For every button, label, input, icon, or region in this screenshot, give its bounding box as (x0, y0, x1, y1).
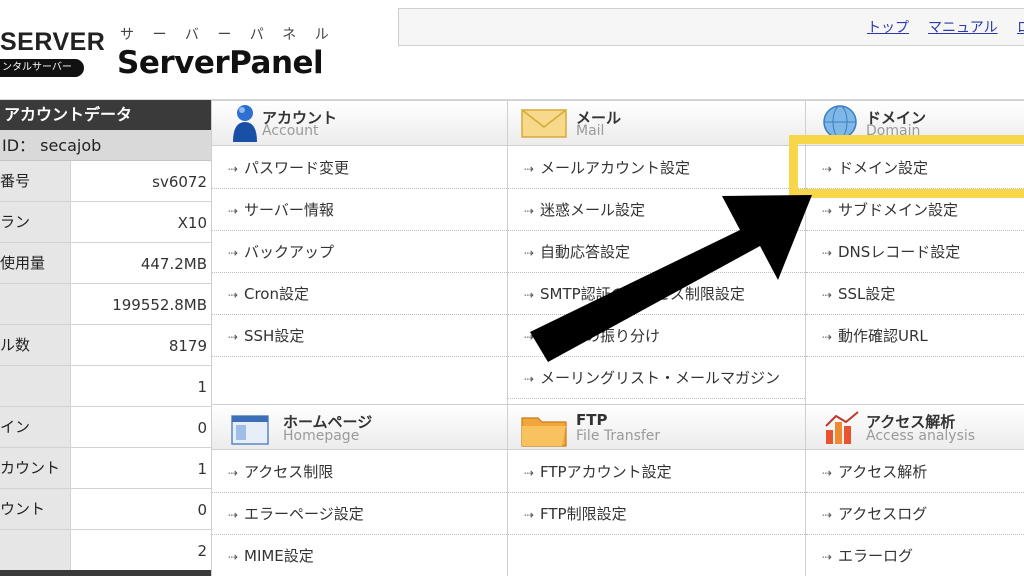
menu-item-backup[interactable]: ⇢ バックアップ (212, 231, 507, 273)
account-row-label (0, 530, 71, 570)
arrow-icon: ⇢ (822, 246, 833, 260)
brand-logo: SERVER (0, 28, 106, 56)
arrow-icon: ⇢ (524, 372, 535, 386)
section-subtitle-homepage: Homepage (283, 428, 360, 444)
brand-tagline: ンタルサーバー (0, 59, 84, 77)
arrow-icon: ⇢ (524, 508, 535, 522)
account-row-label (0, 366, 71, 406)
menu-item-ftp-restriction[interactable]: ⇢ FTP制限設定 (508, 493, 805, 535)
account-row: 2 (0, 530, 211, 571)
arrow-icon: ⇢ (228, 288, 239, 302)
top-link[interactable]: トップ (867, 17, 909, 37)
menu-item-spam-settings[interactable]: ⇢ 迷惑メール設定 (508, 189, 805, 231)
account-row: ウント 0 (0, 489, 211, 530)
menu-item-access-analysis[interactable]: ⇢ アクセス解析 (806, 451, 1024, 493)
account-row-label: カウント (0, 448, 71, 488)
account-row-value: 447.2MB (140, 255, 207, 273)
menu-item-ssl-settings[interactable]: ⇢ SSL設定 (806, 273, 1024, 315)
account-row-value: 1 (197, 378, 207, 396)
section-subtitle-mail: Mail (576, 123, 605, 139)
folder-icon (521, 417, 567, 447)
account-panel-footer (0, 570, 211, 576)
account-row: イン 0 (0, 407, 211, 448)
arrow-icon: ⇢ (228, 550, 239, 564)
arrow-icon: ⇢ (822, 550, 833, 564)
menu-item-error-log[interactable]: ⇢ エラーログ (806, 535, 1024, 576)
account-row-label: 使用量 (0, 243, 71, 283)
account-row-label: ル数 (0, 325, 71, 365)
arrow-icon: ⇢ (228, 330, 239, 344)
section-title-ftp: FTP (576, 411, 608, 429)
account-data-panel: アカウントデータ ID： secajob 番号 sv6072 ラン X10 使用量 4… (0, 100, 211, 576)
section-subtitle-account: Account (262, 123, 319, 139)
account-row: 199552.8MB (0, 284, 211, 325)
arrow-icon: ⇢ (228, 466, 239, 480)
envelope-icon (521, 109, 567, 138)
header: SERVER ンタルサーバー サ ー バ ー パ ネ ル ServerPanel… (0, 0, 1024, 100)
arrow-icon: ⇢ (524, 204, 535, 218)
account-row-value: 2 (197, 542, 207, 560)
account-row-value: 0 (197, 501, 207, 519)
account-row: 番号 sv6072 (0, 161, 211, 202)
account-row-value: sv6072 (152, 173, 207, 191)
arrow-icon: ⇢ (524, 162, 535, 176)
chart-icon (825, 411, 859, 444)
homepage-icon (231, 415, 269, 445)
section-subtitle-access: Access analysis (866, 428, 976, 444)
menu-item-mail-account[interactable]: ⇢ メールアカウント設定 (508, 147, 805, 189)
menu-item-access-log[interactable]: ⇢ アクセスログ (806, 493, 1024, 535)
menu-item-check-url[interactable]: ⇢ 動作確認URL (806, 315, 1024, 357)
account-row-label: ラン (0, 202, 71, 242)
account-row-value: 0 (197, 419, 207, 437)
section-subtitle-ftp: File Transfer (576, 428, 661, 444)
arrow-icon: ⇢ (228, 162, 239, 176)
logout-link[interactable]: ロ (1017, 17, 1024, 37)
arrow-icon: ⇢ (228, 508, 239, 522)
highlight-box (789, 135, 1024, 198)
account-row-value: 1 (197, 460, 207, 478)
account-row-value: 8179 (168, 337, 207, 355)
account-row: 使用量 447.2MB (0, 243, 211, 284)
account-row-label (0, 284, 71, 324)
menu-item-server-info[interactable]: ⇢ サーバー情報 (212, 189, 507, 231)
menu-item-ftp-account[interactable]: ⇢ FTPアカウント設定 (508, 451, 805, 493)
arrow-icon: ⇢ (822, 288, 833, 302)
menu-item-mail-filter[interactable]: ⇢ メールの振り分け (508, 315, 805, 357)
account-id: ID： secajob (0, 130, 211, 161)
menu-item-error-page[interactable]: ⇢ エラーページ設定 (212, 493, 507, 535)
arrow-icon: ⇢ (524, 246, 535, 260)
person-icon (233, 105, 257, 142)
account-row-value: X10 (177, 214, 207, 232)
account-row: ル数 8179 (0, 325, 211, 366)
menu-item-mime-settings[interactable]: ⇢ MIME設定 (212, 535, 507, 576)
menu-item-cron-settings[interactable]: ⇢ Cron設定 (212, 273, 507, 315)
account-row: ラン X10 (0, 202, 211, 243)
menu-item-ssh-settings[interactable]: ⇢ SSH設定 (212, 315, 507, 357)
product-name: ServerPanel (117, 45, 324, 81)
arrow-icon: ⇢ (524, 330, 535, 344)
account-row: 1 (0, 366, 211, 407)
arrow-icon: ⇢ (524, 288, 535, 302)
menu-item-smtp-auth[interactable]: ⇢ SMTP認証のアクセス制限設定 (508, 273, 805, 315)
menu-item-auto-reply[interactable]: ⇢ 自動応答設定 (508, 231, 805, 273)
account-row-label: ウント (0, 489, 71, 529)
arrow-icon: ⇢ (524, 466, 535, 480)
arrow-icon: ⇢ (822, 330, 833, 344)
arrow-icon: ⇢ (822, 466, 833, 480)
account-row-label: 番号 (0, 161, 71, 201)
account-row-value: 199552.8MB (112, 296, 207, 314)
product-kana: サ ー バ ー パ ネ ル (120, 27, 336, 43)
account-data-title: アカウントデータ (0, 100, 211, 130)
arrow-icon: ⇢ (228, 204, 239, 218)
arrow-icon: ⇢ (228, 246, 239, 260)
menu-item-dns-record[interactable]: ⇢ DNSレコード設定 (806, 231, 1024, 273)
menu-item-mailing-list[interactable]: ⇢ メーリングリスト・メールマガジン (508, 357, 805, 399)
account-row: カウント 1 (0, 448, 211, 489)
menu-item-access-restriction[interactable]: ⇢ アクセス制限 (212, 451, 507, 493)
arrow-icon: ⇢ (822, 508, 833, 522)
manual-link[interactable]: マニュアル (928, 17, 998, 37)
menu-item-password-change[interactable]: ⇢ パスワード変更 (212, 147, 507, 189)
account-row-label: イン (0, 407, 71, 447)
